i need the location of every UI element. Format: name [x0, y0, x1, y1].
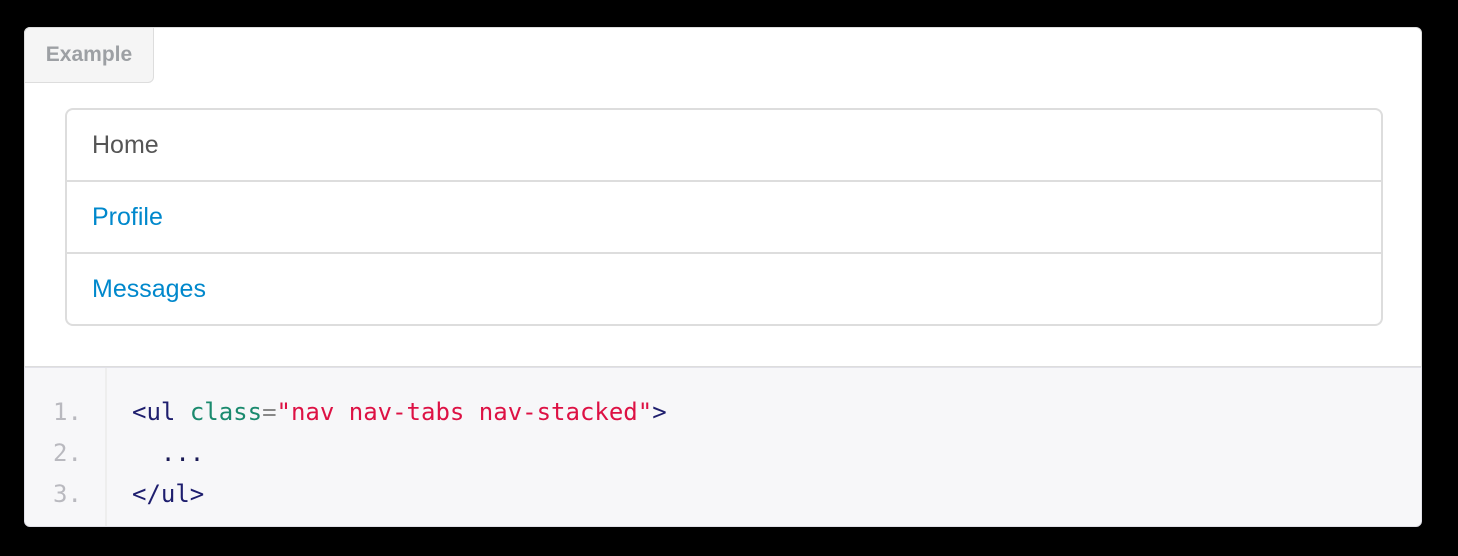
code-attribute-name: class [189, 398, 263, 426]
code-tag-open: <ul [132, 398, 176, 426]
code-block: 1. 2. 3. <ul class="nav nav-tabs nav-sta… [24, 367, 1422, 527]
nav-item-home[interactable]: Home [65, 108, 1383, 182]
code-ellipsis: ... [132, 439, 205, 467]
line-number: 3. [53, 480, 82, 508]
code-equals: = [262, 398, 277, 426]
code-line-3: </ul> [132, 474, 204, 514]
code-line-1: <ul class="nav nav-tabs nav-stacked"> [132, 392, 667, 432]
line-number: 2. [53, 439, 82, 467]
nav-item-messages[interactable]: Messages [65, 252, 1383, 326]
code-attribute-value: "nav nav-tabs nav-stacked" [276, 398, 653, 426]
code-tag-close: > [652, 398, 667, 426]
example-label: Example [24, 27, 154, 83]
line-number: 1. [53, 398, 82, 426]
nav-item-profile[interactable]: Profile [65, 180, 1383, 254]
line-number-gutter: 1. 2. 3. [25, 368, 107, 526]
code-line-2: ... [132, 433, 204, 473]
code-closing-tag: </ul> [132, 480, 205, 508]
nav-stacked-list: Home Profile Messages [65, 108, 1383, 326]
example-panel: Example Home Profile Messages [24, 27, 1422, 367]
